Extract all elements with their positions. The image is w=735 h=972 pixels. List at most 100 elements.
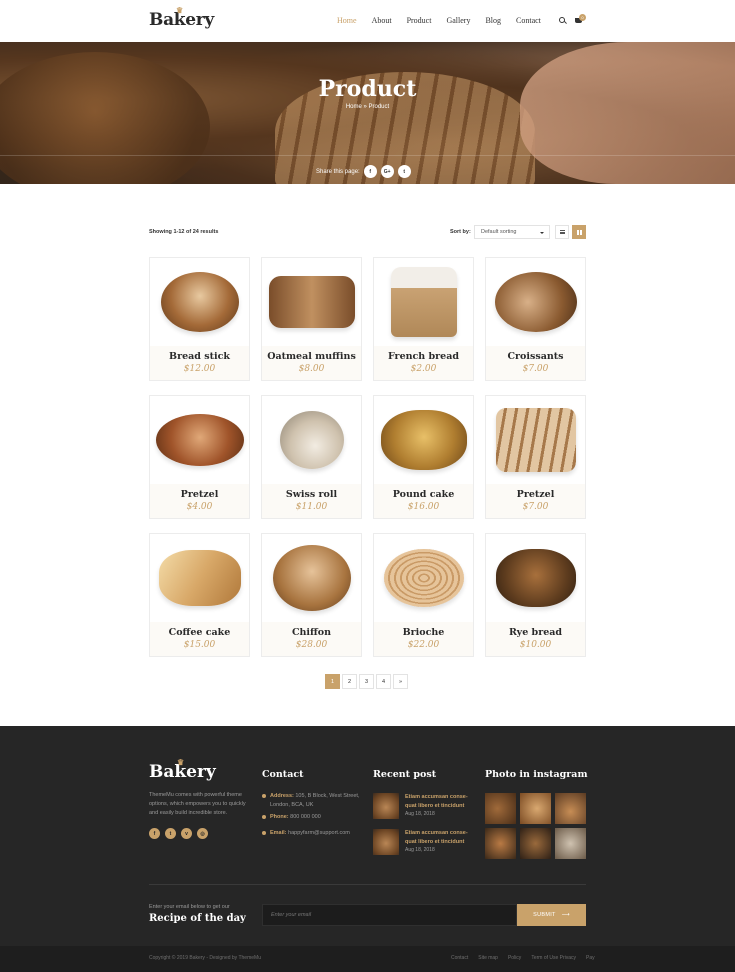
instagram-photo[interactable] <box>485 793 516 824</box>
product-image[interactable] <box>262 396 361 484</box>
footer-link-pay[interactable]: Pay <box>586 955 595 961</box>
product-card[interactable]: Pound cake $16.00 <box>373 395 474 519</box>
product-name[interactable]: French bread <box>374 351 473 362</box>
footer-link-policy[interactable]: Policy <box>508 955 521 961</box>
page-3[interactable]: 3 <box>359 674 374 689</box>
phone-icon <box>262 815 266 819</box>
footer-about: ThemeMu comes with powerful theme option… <box>149 792 246 816</box>
product-image[interactable] <box>262 534 361 622</box>
breadcrumb[interactable]: Home » Product <box>0 104 735 110</box>
product-card[interactable]: Bread stick $12.00 <box>149 257 250 381</box>
instagram-photo[interactable] <box>555 793 586 824</box>
product-name[interactable]: Brioche <box>374 627 473 638</box>
product-price: $4.00 <box>186 502 213 512</box>
next-page-button[interactable]: » <box>393 674 408 689</box>
page-1[interactable]: 1 <box>325 674 340 689</box>
product-name[interactable]: Pretzel <box>150 489 249 500</box>
instagram-photo[interactable] <box>520 793 551 824</box>
footer-link-sitemap[interactable]: Site map <box>478 955 498 961</box>
facebook-share-icon[interactable]: f <box>363 165 377 178</box>
list-icon <box>559 230 565 234</box>
grid-view-button[interactable] <box>572 225 586 239</box>
product-image[interactable] <box>486 396 585 484</box>
product-name[interactable]: Chiffon <box>262 627 361 638</box>
product-name[interactable]: Pretzel <box>486 489 585 500</box>
product-name[interactable]: Oatmeal muffins <box>262 351 361 362</box>
product-image[interactable] <box>374 534 473 622</box>
newsletter-title: Recipe of the day <box>149 913 246 924</box>
nav-blog[interactable]: Blog <box>485 16 501 25</box>
twitter-share-icon[interactable]: t <box>397 165 411 178</box>
product-card[interactable]: Oatmeal muffins $8.00 <box>261 257 362 381</box>
footer-logo[interactable]: Bakery ♛ <box>149 757 216 782</box>
product-image[interactable] <box>486 258 585 346</box>
product-image[interactable] <box>150 258 249 346</box>
recent-post[interactable]: Etiam accumsan conse-quat libero et tinc… <box>373 829 479 856</box>
logo[interactable]: Bakery ♛ <box>149 5 214 30</box>
product-card[interactable]: Rye bread $10.00 <box>485 533 586 657</box>
product-image[interactable] <box>486 534 585 622</box>
product-card[interactable]: Pretzel $4.00 <box>149 395 250 519</box>
contact-heading: Contact <box>262 769 304 780</box>
twitter-icon[interactable]: t <box>165 828 176 839</box>
product-name[interactable]: Swiss roll <box>262 489 361 500</box>
product-image[interactable] <box>150 534 249 622</box>
page-2[interactable]: 2 <box>342 674 357 689</box>
footer-link-terms[interactable]: Term of Use Privacy <box>531 955 576 961</box>
product-name[interactable]: Pound cake <box>374 489 473 500</box>
product-image[interactable] <box>150 396 249 484</box>
newsletter-email-input[interactable] <box>262 904 517 926</box>
footer-links: Contact Site map Policy Term of Use Priv… <box>451 955 595 961</box>
nav-home[interactable]: Home <box>337 16 357 25</box>
nav-gallery[interactable]: Gallery <box>446 16 470 25</box>
recent-post[interactable]: Etiam accumsan conse-quat libero et tinc… <box>373 793 479 820</box>
share-label: Share this page: <box>316 168 360 175</box>
nav-about[interactable]: About <box>372 16 392 25</box>
grid-icon <box>576 229 582 235</box>
product-image[interactable] <box>374 396 473 484</box>
product-name[interactable]: Croissants <box>486 351 585 362</box>
cart-count-badge: 0 <box>579 14 586 21</box>
product-card[interactable]: Croissants $7.00 <box>485 257 586 381</box>
instagram-photo[interactable] <box>485 828 516 859</box>
product-price: $10.00 <box>519 640 552 650</box>
product-price: $12.00 <box>183 364 216 374</box>
product-card[interactable]: Brioche $22.00 <box>373 533 474 657</box>
google-plus-share-icon[interactable]: G+ <box>380 165 394 178</box>
crown-icon: ♛ <box>177 757 185 767</box>
submit-button[interactable]: SUBMIT ⟶ <box>517 904 586 926</box>
footer-link-contact[interactable]: Contact <box>451 955 468 961</box>
newsletter-caption: Enter your email below to get our <box>149 904 230 910</box>
post-thumbnail[interactable] <box>373 793 399 819</box>
page-4[interactable]: 4 <box>376 674 391 689</box>
product-card[interactable]: Swiss roll $11.00 <box>261 395 362 519</box>
product-price: $7.00 <box>522 364 549 374</box>
product-card[interactable]: French bread $2.00 <box>373 257 474 381</box>
product-name[interactable]: Coffee cake <box>150 627 249 638</box>
main-nav: Home About Product Gallery Blog Contact <box>337 16 556 25</box>
sort-select[interactable]: Default sorting <box>474 225 550 239</box>
product-price: $2.00 <box>410 364 437 374</box>
instagram-photo[interactable] <box>520 828 551 859</box>
instagram-photo[interactable] <box>555 828 586 859</box>
product-name[interactable]: Rye bread <box>486 627 585 638</box>
product-price: $22.00 <box>407 640 440 650</box>
list-view-button[interactable] <box>555 225 569 239</box>
post-thumbnail[interactable] <box>373 829 399 855</box>
instagram-icon[interactable]: ◎ <box>197 828 208 839</box>
site-header: Bakery ♛ Home About Product Gallery Blog … <box>0 0 735 42</box>
product-card[interactable]: Chiffon $28.00 <box>261 533 362 657</box>
nav-contact[interactable]: Contact <box>516 16 541 25</box>
product-card[interactable]: Coffee cake $15.00 <box>149 533 250 657</box>
vimeo-icon[interactable]: v <box>181 828 192 839</box>
product-image[interactable] <box>262 258 361 346</box>
product-image[interactable] <box>374 258 473 346</box>
search-icon[interactable] <box>559 17 565 23</box>
product-card[interactable]: Pretzel $7.00 <box>485 395 586 519</box>
facebook-icon[interactable]: f <box>149 828 160 839</box>
nav-product[interactable]: Product <box>407 16 432 25</box>
product-name[interactable]: Bread stick <box>150 351 249 362</box>
divider <box>0 155 735 156</box>
footer-social: f t v ◎ <box>149 828 208 839</box>
page-title: Product <box>318 76 417 102</box>
